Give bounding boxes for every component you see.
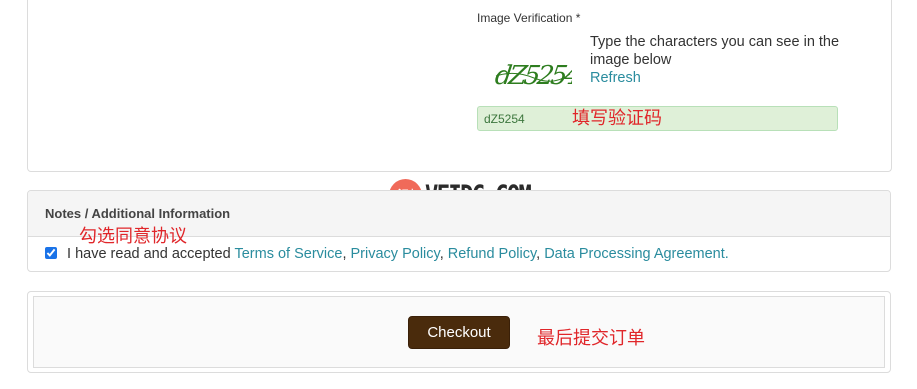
agreement-checkbox[interactable]	[45, 247, 57, 259]
check-agreement-annotation: 勾选同意协议	[79, 226, 187, 247]
agreement-row: I have read and accepted Terms of Servic…	[45, 246, 729, 262]
verification-instructions: Type the characters you can see in the i…	[590, 33, 840, 87]
fill-captcha-annotation: 填写验证码	[572, 108, 662, 129]
captcha-image-text: dZ5254	[494, 61, 572, 91]
checkout-button[interactable]: Checkout	[408, 316, 510, 349]
image-verification-label: Image Verification *	[477, 11, 581, 25]
refund-policy-link[interactable]: Refund Policy	[448, 246, 536, 262]
agreement-period: .	[724, 246, 729, 262]
data-processing-agreement-link[interactable]: Data Processing Agreement	[544, 246, 725, 262]
privacy-policy-link[interactable]: Privacy Policy	[351, 246, 440, 262]
notes-title: Notes / Additional Information	[45, 206, 231, 221]
refresh-captcha-link[interactable]: Refresh	[590, 70, 641, 86]
submit-order-annotation: 最后提交订单	[537, 328, 645, 349]
verification-instructions-text: Type the characters you can see in the i…	[590, 34, 840, 68]
terms-of-service-link[interactable]: Terms of Service	[234, 246, 342, 262]
captcha-image: dZ5254	[494, 61, 572, 91]
agreement-prefix: I have read and accepted	[67, 246, 231, 262]
